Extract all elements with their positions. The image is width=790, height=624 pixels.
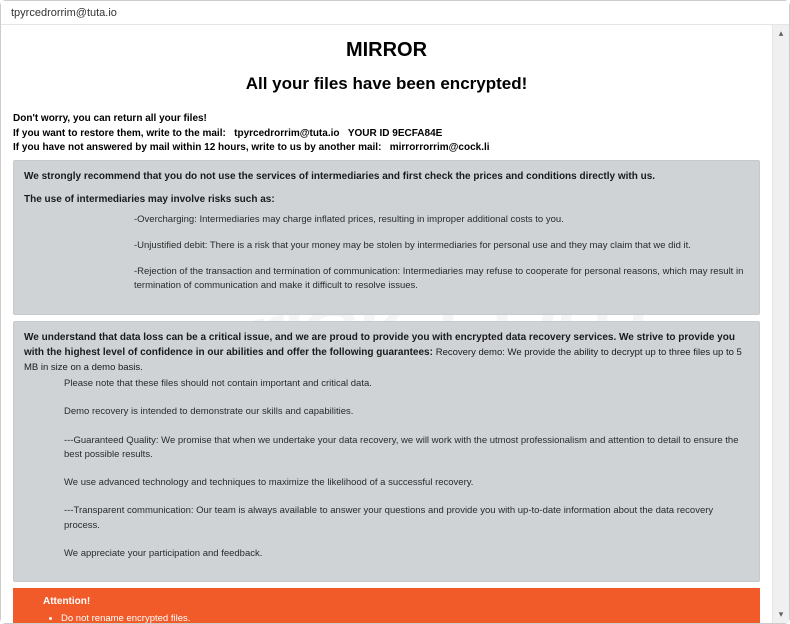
panel-attention: Attention! Do not rename encrypted files… bbox=[13, 588, 760, 623]
panel2-line: We appreciate your participation and fee… bbox=[64, 547, 749, 561]
intro-email1: tpyrcedrorrim@tuta.io bbox=[234, 128, 339, 139]
content-wrap: pcrisk.com MIRROR All your files have be… bbox=[1, 25, 789, 623]
panel2-line: Please note that these files should not … bbox=[64, 377, 749, 391]
intro-block: Don't worry, you can return all your fil… bbox=[9, 112, 764, 156]
attention-list: Do not rename encrypted files. Do not tr… bbox=[61, 612, 752, 623]
attention-item: Do not rename encrypted files. bbox=[61, 612, 752, 623]
main-title: MIRROR bbox=[9, 39, 764, 62]
intro-id: 9ECFA84E bbox=[392, 128, 442, 139]
panel1-item: -Overcharging: Intermediaries may charge… bbox=[134, 213, 749, 227]
panel1-item: -Rejection of the transaction and termin… bbox=[134, 265, 749, 294]
panel2-line: ---Guaranteed Quality: We promise that w… bbox=[64, 434, 749, 463]
attention-title: Attention! bbox=[43, 594, 752, 609]
panel-intermediaries: We strongly recommend that you do not us… bbox=[13, 160, 760, 315]
intro-id-label: YOUR ID bbox=[348, 128, 390, 139]
intro-line1: Don't worry, you can return all your fil… bbox=[13, 113, 207, 124]
scroll-up-icon[interactable]: ▴ bbox=[775, 27, 788, 40]
intro-line3-prefix: If you have not answered by mail within … bbox=[13, 142, 381, 153]
sub-title: All your files have been encrypted! bbox=[9, 74, 764, 94]
panel1-item: -Unjustified debit: There is a risk that… bbox=[134, 239, 749, 253]
inner-content: MIRROR All your files have been encrypte… bbox=[1, 25, 772, 623]
panel-guarantees: We understand that data loss can be a cr… bbox=[13, 321, 760, 583]
content-area: pcrisk.com MIRROR All your files have be… bbox=[1, 25, 772, 623]
intro-email2: mirrorrorrim@cock.li bbox=[390, 142, 490, 153]
panel1-strong: We strongly recommend that you do not us… bbox=[24, 169, 749, 184]
intro-line2-prefix: If you want to restore them, write to th… bbox=[13, 128, 226, 139]
scroll-down-icon[interactable]: ▾ bbox=[775, 608, 788, 621]
panel2-head: We understand that data loss can be a cr… bbox=[24, 330, 749, 376]
window-frame: tpyrcedrorrim@tuta.io pcrisk.com MIRROR … bbox=[0, 0, 790, 624]
panel1-risks-title: The use of intermediaries may involve ri… bbox=[24, 192, 749, 207]
panel2-line: We use advanced technology and technique… bbox=[64, 476, 749, 490]
scrollbar[interactable]: ▴ ▾ bbox=[772, 25, 789, 623]
panel2-line: ---Transparent communication: Our team i… bbox=[64, 504, 749, 533]
titlebar: tpyrcedrorrim@tuta.io bbox=[1, 1, 789, 25]
window-title: tpyrcedrorrim@tuta.io bbox=[11, 7, 117, 19]
panel2-line: Demo recovery is intended to demonstrate… bbox=[64, 405, 749, 419]
